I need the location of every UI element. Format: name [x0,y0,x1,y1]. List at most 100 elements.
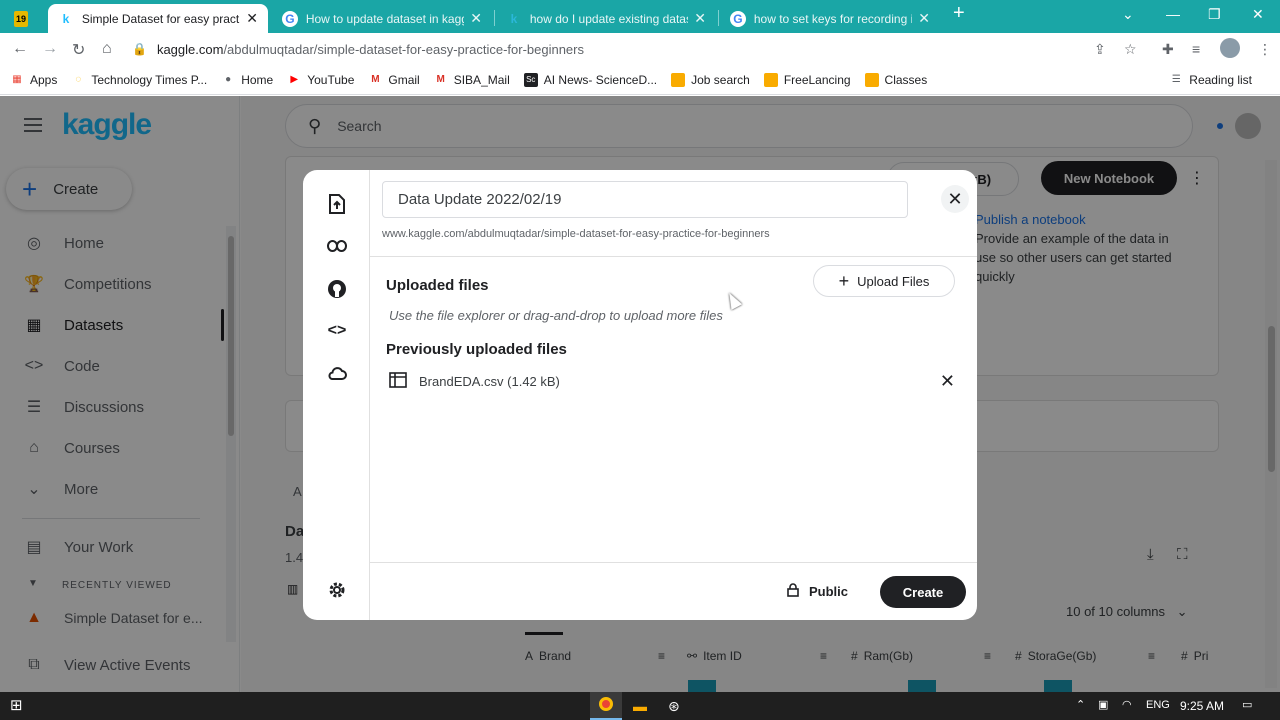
lock-icon [787,582,799,600]
chrome-icon [599,697,613,711]
tray-device-icon[interactable]: ▣ [1098,698,1108,711]
bookmark-technology-times[interactable]: ◌ Technology Times P... [71,73,207,87]
bookmark-label: Classes [884,72,928,87]
link-icon[interactable] [325,234,349,258]
media-icon[interactable]: ≡ [1192,41,1200,57]
settings-gear-icon[interactable] [325,578,349,602]
new-version-dialog: <> ✕ www.kaggle.com/abdulmuqtadar/simple… [303,170,977,620]
gmail-icon: M [371,74,380,85]
close-icon[interactable]: ✕ [694,10,706,27]
bookmark-siba-mail[interactable]: M SIBA_Mail [434,73,510,87]
close-icon[interactable]: ✕ [470,10,482,27]
code-icon[interactable]: <> [325,319,349,343]
file-explorer-icon[interactable]: ▬ [633,698,647,714]
menu-dots-icon[interactable]: ⋮ [1258,41,1272,58]
file-name: BrandEDA.csv (1.42 kB) [419,373,560,389]
visibility-label: Public [809,583,849,599]
plus-icon: + [838,271,850,291]
bookmark-gmail[interactable]: M Gmail [368,72,420,87]
upload-files-label: Upload Files [857,273,930,289]
remove-file-icon[interactable]: ✕ [940,371,955,392]
home-bookmark-icon: ● [225,74,232,85]
apps-grid-icon: ▦ [12,74,22,85]
extensions-icon[interactable]: ✚ [1162,41,1174,58]
gmail-icon: M [436,74,445,85]
bookmark-label: FreeLancing [783,72,851,87]
maximize-icon[interactable]: ❐ [1208,6,1221,23]
reading-list-icon: ☰ [1171,74,1181,85]
create-version-button[interactable]: Create [880,576,966,608]
technology-times-icon: ◌ [75,74,82,85]
profile-avatar[interactable] [1220,38,1240,58]
tray-chevron-icon[interactable]: ⌃ [1076,698,1085,711]
dialog-close-button[interactable]: ✕ [941,185,969,213]
bookmark-label: Gmail [388,72,420,87]
tab-search-icon[interactable]: ⌄ [1122,6,1134,23]
bookmark-star-icon[interactable]: ☆ [1124,41,1137,58]
tab-kaggle-dataset[interactable]: k Simple Dataset for easy practice ✕ [48,4,268,33]
notifications-icon[interactable]: ▭ [1242,698,1252,711]
folder-icon [763,72,778,87]
bookmark-classes[interactable]: Classes [864,72,928,87]
taskbar-chrome[interactable] [590,692,622,720]
clock-time[interactable]: 9:25 AM [1180,699,1224,713]
reading-list[interactable]: ☰ Reading list [1169,73,1252,87]
kaggle-favicon-icon: k [62,11,70,26]
tab-title: how do I update existing dataset [529,11,689,26]
tab-title: Simple Dataset for easy practice [81,11,241,26]
close-icon[interactable]: ✕ [918,10,930,27]
uploaded-files-heading: Uploaded files [386,277,489,294]
tab-separator [718,10,719,26]
minimize-icon[interactable]: — [1166,6,1180,22]
forward-icon[interactable]: → [42,40,58,58]
bookmark-label: Apps [30,72,58,87]
reload-icon[interactable]: ↻ [72,40,85,60]
language-indicator[interactable]: ENG [1146,699,1170,711]
back-icon[interactable]: ← [12,40,28,58]
home-icon[interactable]: ⌂ [102,40,112,58]
tab-google-update-dataset[interactable]: G How to update dataset in kaggle ✕ [272,4,492,33]
file-upload-icon[interactable] [325,192,349,216]
lock-icon: 🔒 [132,42,147,56]
wifi-icon[interactable]: ◠ [1122,698,1132,711]
tab-kaggle-update-existing[interactable]: k how do I update existing dataset ✕ [496,4,716,33]
visibility-toggle[interactable]: Public [787,580,848,602]
dialog-divider [370,256,977,257]
previously-uploaded-heading: Previously uploaded files [386,341,567,358]
table-file-icon [389,371,409,391]
bookmark-home[interactable]: ● Home [221,73,273,87]
dataset-url: www.kaggle.com/abdulmuqtadar/simple-data… [382,228,770,240]
bookmark-freelancing[interactable]: FreeLancing [763,72,851,87]
folder-icon [671,72,686,87]
url-path: /abdulmuqtadar/simple-dataset-for-easy-p… [223,41,584,57]
folder-icon [864,72,879,87]
version-title-input[interactable] [382,181,908,218]
github-icon[interactable] [325,277,349,301]
tab-title: How to update dataset in kaggle [305,11,465,26]
upload-files-button[interactable]: + Upload Files [813,265,955,297]
bookmark-ai-news[interactable]: Sc AI News- ScienceD... [523,72,658,87]
new-tab-icon[interactable]: + [953,2,965,25]
close-icon[interactable]: ✕ [246,10,258,27]
windows-start-icon[interactable]: ⊞ [10,696,23,714]
bookmark-label: AI News- ScienceD... [543,72,658,87]
bookmark-job-search[interactable]: Job search [671,72,750,87]
tab-title: how to set keys for recording in [753,11,913,26]
recorder-app-icon[interactable]: ⊛ [668,698,680,715]
file-row: BrandEDA.csv (1.42 kB) ✕ [389,370,955,392]
cloud-icon[interactable] [325,361,349,385]
windows-taskbar: ⊞ ▬ ⊛ ⌃ ▣ ◠ ENG 9:25 AM ▭ [0,692,1280,720]
bookmark-label: Home [241,72,274,87]
window-close-icon[interactable]: ✕ [1252,6,1264,23]
share-icon[interactable]: ⇪ [1094,41,1106,58]
address-bar[interactable]: 🔒 kaggle.com /abdulmuqtadar/simple-datas… [132,35,1150,63]
tab-google-set-keys[interactable]: G how to set keys for recording in ✕ [720,4,940,33]
browser-tab-bar: 19 k Simple Dataset for easy practice ✕ … [0,0,1280,33]
bookmark-label: Technology Times P... [91,72,208,87]
upload-source-rail: <> [303,170,370,620]
calendar-favicon-icon: 19 [14,10,28,27]
bookmark-apps[interactable]: ▦ Apps [10,73,57,87]
bookmark-label: Job search [691,72,750,87]
bookmark-youtube[interactable]: ▶ YouTube [287,73,354,87]
pinned-tab[interactable]: 19 [6,4,44,33]
